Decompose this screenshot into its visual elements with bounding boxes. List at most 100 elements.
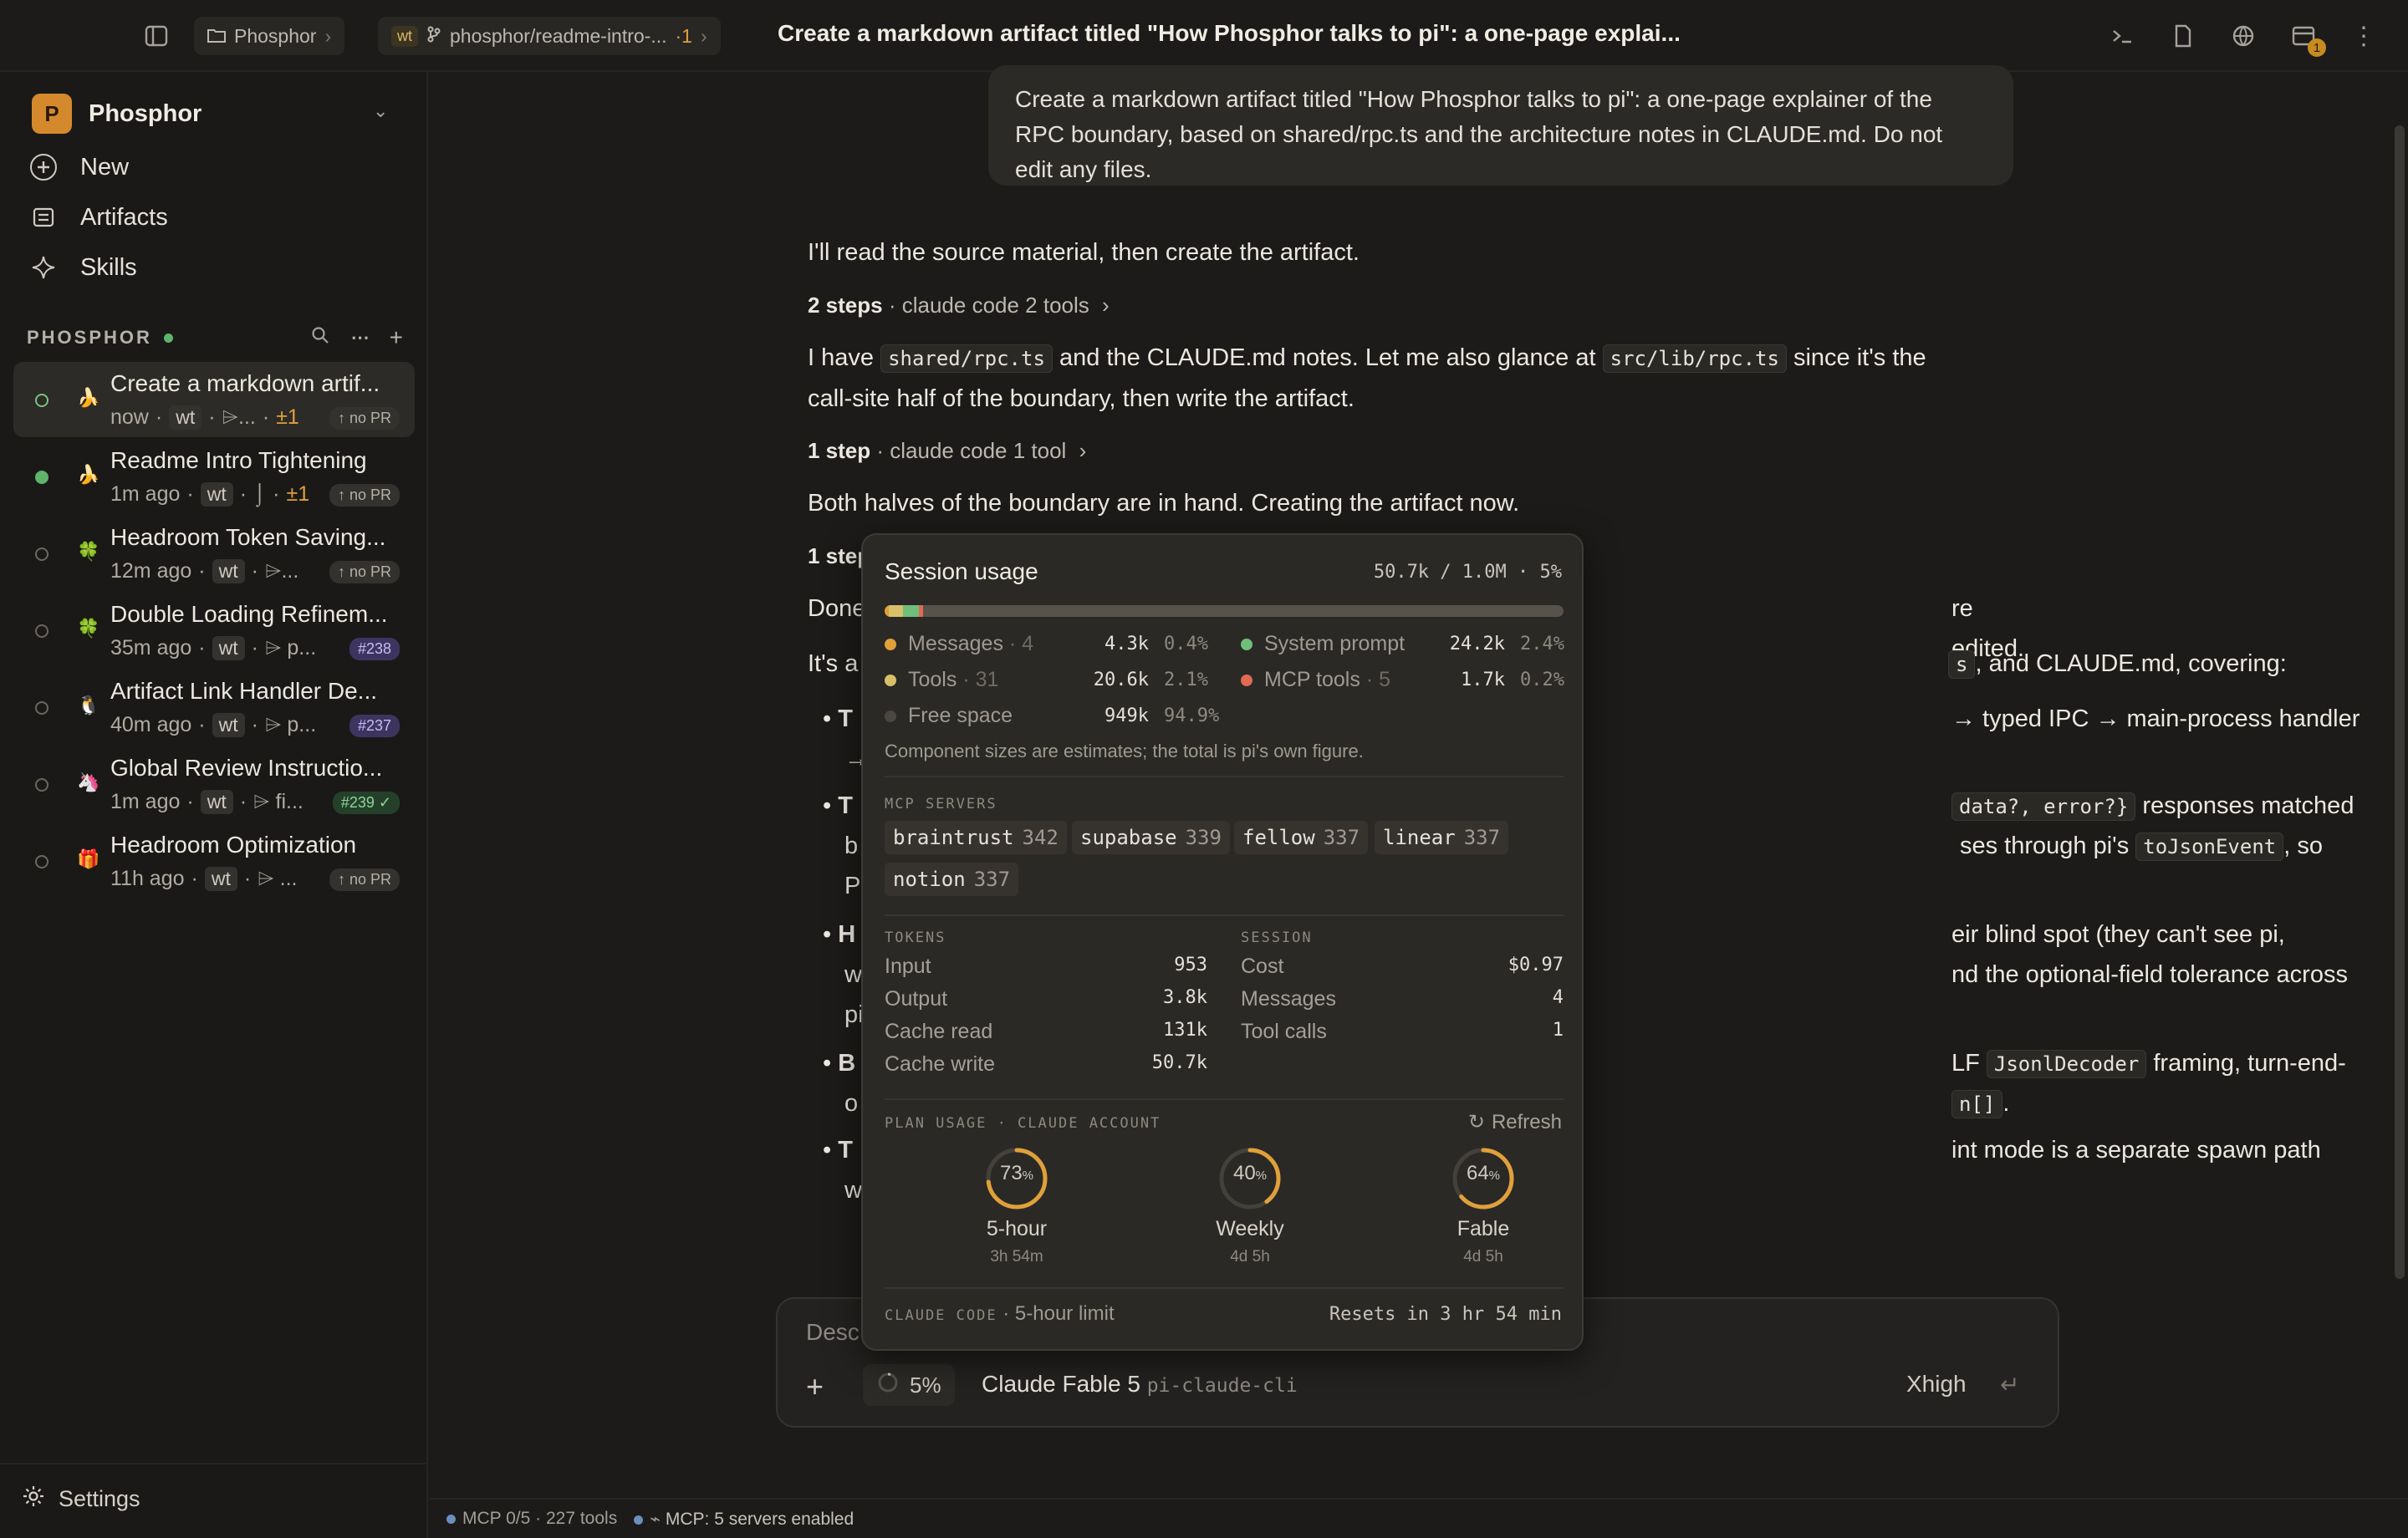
text-span: , and CLAUDE.md, covering: (1975, 650, 2287, 677)
breadcrumb-project[interactable]: Phosphor › (194, 17, 345, 55)
mcp-servers-status[interactable]: ⌁ MCP: 5 servers enabled (634, 1509, 854, 1530)
search-icon[interactable] (311, 326, 329, 349)
message-input[interactable]: Desc (806, 1319, 860, 1346)
text-span: . (2002, 1090, 2010, 1117)
session-status-icon (35, 547, 48, 561)
token-key: Input (885, 955, 931, 978)
refresh-button[interactable]: ↻ Refresh (1468, 1110, 1562, 1134)
sidebar-toggle-icon[interactable] (140, 20, 172, 52)
bullet-head: T (838, 705, 853, 732)
mcp-server-chip[interactable]: braintrust 342 (885, 821, 1067, 854)
assistant-text: I have shared/rpc.ts and the CLAUDE.md n… (808, 338, 2037, 419)
chat-scrollbar[interactable] (2395, 125, 2405, 1279)
mcp-server-chip[interactable]: linear 337 (1375, 821, 1509, 854)
nav-skills-label: Skills (80, 253, 137, 281)
breadcrumb-branch[interactable]: wt phosphor/readme-intro-... ·1 › (378, 17, 721, 55)
text-span: nd the optional-field tolerance across (1951, 961, 2348, 988)
text-span: , so (2283, 833, 2323, 859)
context-percent: 5% (910, 1372, 941, 1398)
context-usage-button[interactable]: 5% (863, 1364, 955, 1406)
gauge-percent-value: 40 (1232, 1162, 1256, 1184)
text-span: int mode is a separate spawn path (1951, 1137, 2321, 1164)
session-item[interactable]: 🎁 Headroom Optimization 11h ago · wt · ⌲ .… (13, 823, 415, 899)
legend-label: Messages (908, 632, 1003, 655)
legend-value: 1.7k (1461, 670, 1505, 690)
chevron-right-icon: › (700, 24, 707, 47)
session-item[interactable]: 🍌 Readme Intro Tightening 1m ago · wt · ⌡ ·… (13, 439, 415, 514)
pr-badge[interactable]: ↑ no PR (329, 561, 400, 583)
text-span: → typed IPC → main-process handler (1951, 705, 2360, 732)
text-span: o (844, 1090, 859, 1117)
nav-skills[interactable]: Skills (27, 251, 137, 284)
usage-bar-mcp (919, 605, 924, 617)
inbox-icon[interactable]: 1 (2288, 20, 2326, 57)
session-item[interactable]: 🍌 Create a markdown artif... now · wt · ⌲.… (13, 362, 415, 437)
usage-row-system: System prompt 24.2k 2.4% (1241, 632, 1564, 656)
session-status-icon (35, 701, 48, 715)
divider (885, 1098, 1564, 1100)
more-horizontal-icon[interactable]: ⋯ (351, 327, 370, 349)
server-tool-count: 337 (973, 868, 1011, 891)
steps-toggle[interactable]: 1 step · claude code 1 tool › (808, 438, 1086, 464)
legend-percent: 0.4% (1164, 634, 1208, 654)
user-message: Create a markdown artifact titled "How P… (988, 65, 2013, 186)
mcp-server-chip[interactable]: supabase 339 (1072, 821, 1230, 854)
pr-badge[interactable]: ↑ no PR (329, 407, 400, 430)
project-section-header: PHOSPHOR ⋯ + (27, 324, 403, 351)
diff-summary: ⌡ (253, 482, 267, 506)
pr-badge[interactable]: #237 (349, 715, 400, 737)
pr-badge[interactable]: #239 ✓ (332, 792, 400, 814)
workspace-switcher[interactable]: P Phosphor (32, 94, 202, 134)
diff-count: ±1 (276, 405, 299, 429)
chevron-down-icon[interactable]: ⌄ (373, 100, 388, 122)
bullet-head: T (838, 792, 853, 819)
session-title: Headroom Optimization (110, 832, 357, 858)
send-icon[interactable]: ↵ (2000, 1371, 2019, 1398)
steps-toggle[interactable]: 2 steps · claude code 2 tools › (808, 293, 1110, 318)
pr-badge[interactable]: ↑ no PR (329, 868, 400, 891)
legend-dot (885, 674, 896, 686)
pr-badge[interactable]: ↑ no PR (329, 484, 400, 507)
effort-selector[interactable]: Xhigh (1906, 1371, 1967, 1398)
terminal-icon[interactable] (2107, 20, 2139, 52)
pr-badge[interactable]: #238 (349, 638, 400, 660)
session-item[interactable]: 🍀 Double Loading Refinem... 35m ago · wt ·… (13, 593, 415, 668)
session-item[interactable]: 🐧 Artifact Link Handler De... 40m ago · w… (13, 670, 415, 745)
bullet-head: H (838, 921, 856, 948)
inline-code: data?, error?} (1951, 792, 2136, 821)
worktree-chip: wt (212, 636, 245, 660)
model-selector[interactable]: Claude Fable 5 pi-claude-cli (982, 1371, 1298, 1398)
text-span: It's a (808, 650, 859, 677)
nav-artifacts[interactable]: Artifacts (27, 201, 168, 234)
mcp-servers-label: MCP: 5 servers enabled (665, 1509, 855, 1529)
inline-code: JsonlDecoder (1986, 1050, 2147, 1078)
reset-countdown: Resets in 3 hr 54 min (1329, 1304, 1562, 1325)
server-tool-count: 342 (1022, 826, 1059, 849)
more-vertical-icon[interactable]: ⋮ (2348, 20, 2380, 52)
estimate-note: Component sizes are estimates; the total… (885, 741, 1364, 761)
legend-count: · 31 (962, 668, 999, 691)
session-title: Double Loading Refinem... (110, 601, 388, 627)
settings-button[interactable]: Settings (22, 1485, 140, 1514)
session-item[interactable]: 🍀 Headroom Token Saving... 12m ago · wt · … (13, 516, 415, 591)
nav-new[interactable]: New (27, 150, 129, 184)
session-title: Readme Intro Tightening (110, 447, 367, 473)
usage-summary: 50.7k / 1.0M · 5% (1373, 562, 1562, 583)
branch-icon (426, 25, 441, 48)
session-row-tool-calls: Tool calls 1 (1241, 1020, 1564, 1044)
legend-value: 4.3k (1105, 634, 1149, 654)
globe-icon[interactable] (2227, 20, 2259, 52)
legend-dot (885, 710, 896, 722)
mcp-server-chip[interactable]: notion 337 (885, 863, 1019, 896)
inline-code: shared/rpc.ts (880, 344, 1053, 373)
attach-plus-icon[interactable]: + (806, 1369, 824, 1404)
session-item[interactable]: 🦄 Global Review Instructio... 1m ago · wt… (13, 746, 415, 822)
legend-percent: 2.1% (1164, 670, 1208, 690)
mcp-tools-status[interactable]: MCP 0/5 · 227 tools (446, 1509, 617, 1529)
server-name: linear (1383, 826, 1456, 849)
file-icon[interactable] (2167, 20, 2199, 52)
session-value: 4 (1552, 987, 1564, 1008)
mcp-server-chip[interactable]: fellow 337 (1234, 821, 1369, 854)
worktree-chip: wt (200, 482, 233, 507)
plus-icon[interactable]: + (390, 324, 403, 351)
